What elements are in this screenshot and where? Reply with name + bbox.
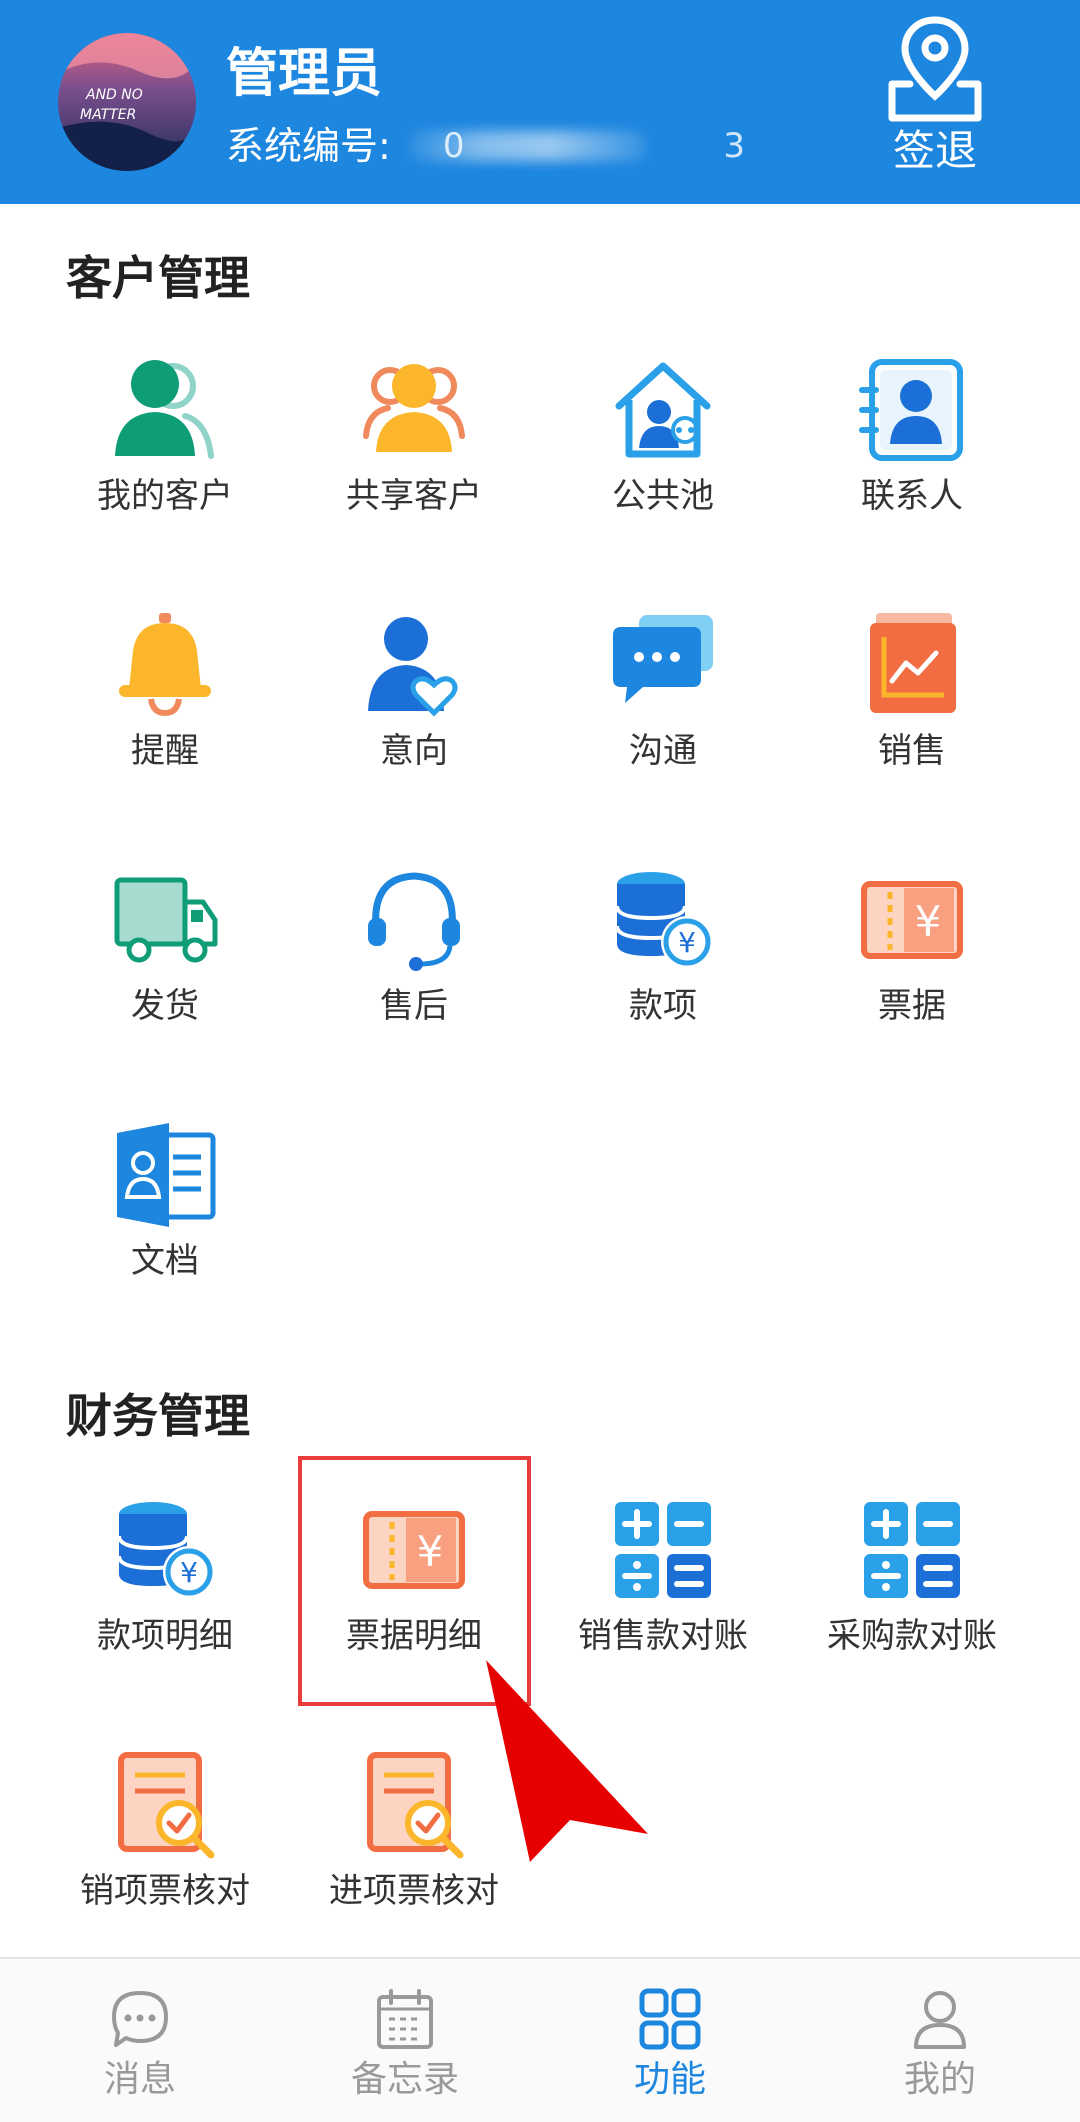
contacts-icon xyxy=(859,359,963,461)
bell-icon xyxy=(119,613,211,717)
ticket-icon: ¥ xyxy=(861,881,963,959)
public-pool-icon xyxy=(615,362,711,458)
menu-item-my-customers[interactable]: 我的客户 xyxy=(41,356,289,556)
calculator-icon xyxy=(615,1502,711,1598)
menu-item-label: 销售款对账 xyxy=(578,1616,748,1656)
avatar[interactable]: AND NO MATTER xyxy=(58,33,196,171)
menu-item-label: 售后 xyxy=(380,986,448,1026)
menu-item-payment-details[interactable]: ¥ 款项明细 xyxy=(41,1496,289,1696)
shared-customers-icon xyxy=(363,364,465,452)
section-title-finance: 财务管理 xyxy=(66,1389,250,1443)
nav-label: 功能 xyxy=(633,2059,706,2100)
svg-text:¥: ¥ xyxy=(180,1556,198,1589)
menu-item-tickets[interactable]: ¥ 票据 xyxy=(788,866,1036,1066)
menu-item-public-pool[interactable]: 公共池 xyxy=(539,356,787,556)
menu-item-label: 文档 xyxy=(131,1241,199,1281)
signout-label: 签退 xyxy=(892,126,977,175)
menu-item-documents[interactable]: 文档 xyxy=(41,1121,289,1321)
user-icon xyxy=(914,1991,966,2049)
chat-icon xyxy=(613,615,713,703)
menu-item-reminder[interactable]: 提醒 xyxy=(41,611,289,811)
nav-item-functions[interactable]: 功能 xyxy=(535,1959,805,2122)
menu-item-label: 意向 xyxy=(380,731,448,771)
document-icon xyxy=(117,1123,216,1227)
signout-button[interactable]: 签退 xyxy=(870,14,1000,184)
avatar-text-1: AND NO xyxy=(85,87,143,103)
menu-item-label: 发货 xyxy=(131,986,199,1026)
headset-icon xyxy=(368,872,460,971)
menu-item-label: 销售 xyxy=(878,731,946,771)
coins-icon: ¥ xyxy=(615,872,713,968)
invoice-check-icon xyxy=(367,1752,464,1859)
header: AND NO MATTER 管理员 系统编号: 0 3 签退 xyxy=(0,0,1080,204)
menu-item-sales[interactable]: 销售 xyxy=(788,611,1036,811)
system-number-row: 系统编号: 0 3 xyxy=(226,118,745,168)
bottom-nav: 消息 备忘录 功能 我的 xyxy=(0,1957,1080,2122)
menu-item-after-sales[interactable]: 售后 xyxy=(290,866,538,1066)
message-icon xyxy=(112,1991,168,2047)
system-number-label: 系统编号: xyxy=(226,123,391,168)
nav-item-mine[interactable]: 我的 xyxy=(805,1959,1075,2122)
nav-label: 消息 xyxy=(103,2059,176,2100)
nav-item-memo[interactable]: 备忘录 xyxy=(270,1959,540,2122)
system-number-value: 0 3 xyxy=(406,125,745,167)
menu-item-output-invoice-check[interactable]: 销项票核对 xyxy=(41,1751,289,1951)
section-title-customer: 客户管理 xyxy=(66,251,250,305)
invoice-check-icon xyxy=(118,1752,215,1859)
menu-item-label: 共享客户 xyxy=(346,476,482,516)
admin-name: 管理员 xyxy=(226,44,383,104)
menu-item-label: 款项 xyxy=(629,986,697,1026)
menu-item-intention[interactable]: 意向 xyxy=(290,611,538,811)
menu-item-contacts[interactable]: 联系人 xyxy=(788,356,1036,556)
redaction-blur xyxy=(406,130,647,161)
menu-item-label: 我的客户 xyxy=(97,476,233,516)
menu-item-label: 采购款对账 xyxy=(827,1616,997,1656)
menu-item-label: 票据 xyxy=(878,986,946,1026)
calendar-icon xyxy=(377,1989,433,2049)
truck-icon xyxy=(114,877,218,963)
svg-text:¥: ¥ xyxy=(915,897,942,946)
menu-item-communication[interactable]: 沟通 xyxy=(539,611,787,811)
menu-item-purchase-reconciliation[interactable]: 采购款对账 xyxy=(788,1496,1036,1696)
nav-label: 我的 xyxy=(903,2059,976,2100)
arrow-cursor-icon xyxy=(486,1660,648,1862)
menu-item-label: 公共池 xyxy=(612,476,714,516)
menu-item-delivery[interactable]: 发货 xyxy=(41,866,289,1066)
grid-icon xyxy=(639,1988,701,2050)
svg-text:¥: ¥ xyxy=(678,926,696,959)
menu-item-label: 款项明细 xyxy=(97,1616,233,1656)
nav-label: 备忘录 xyxy=(350,2059,459,2100)
menu-item-label: 销项票核对 xyxy=(80,1871,250,1911)
my-customers-icon xyxy=(115,360,214,459)
menu-item-payments[interactable]: ¥ 款项 xyxy=(539,866,787,1066)
intention-icon xyxy=(368,617,458,717)
avatar-image: AND NO MATTER xyxy=(58,33,196,171)
menu-item-label: 联系人 xyxy=(861,476,963,516)
menu-item-shared-customers[interactable]: 共享客户 xyxy=(290,356,538,556)
avatar-text-2: MATTER xyxy=(80,107,136,123)
menu-item-label: 沟通 xyxy=(629,731,697,771)
coins-icon: ¥ xyxy=(117,1502,215,1598)
menu-item-label: 提醒 xyxy=(131,731,199,771)
calculator-icon xyxy=(864,1502,960,1598)
menu-item-label: 进项票核对 xyxy=(329,1871,499,1911)
location-pin-icon xyxy=(888,16,982,122)
nav-item-messages[interactable]: 消息 xyxy=(5,1959,275,2122)
sales-chart-icon xyxy=(870,613,956,713)
